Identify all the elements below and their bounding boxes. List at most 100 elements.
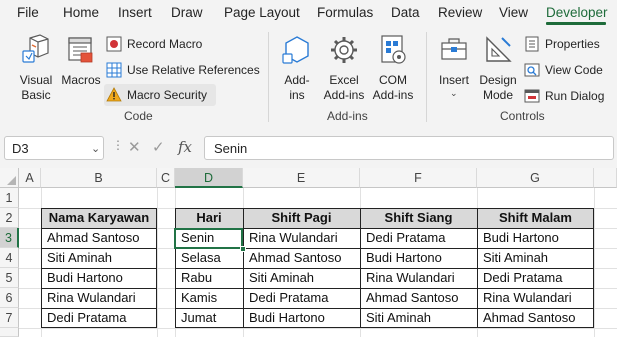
shift-cell[interactable]: Ahmad Santoso: [477, 308, 594, 328]
visual-basic-button[interactable]: Visual Basic: [14, 32, 58, 102]
formula-bar: D3 ⌄ ⋮ ✕ ✓ fx Senin: [0, 126, 617, 168]
row-header-2[interactable]: 2: [0, 208, 19, 228]
shift-cell[interactable]: Dedi Pratama: [477, 268, 594, 288]
shift-cell[interactable]: Budi Hartono: [477, 228, 594, 248]
shift-header-cell[interactable]: Shift Malam: [477, 208, 594, 228]
macros-button[interactable]: Macros: [60, 32, 102, 102]
day-cell[interactable]: Kamis: [175, 288, 243, 308]
tab-insert[interactable]: Insert: [118, 5, 152, 20]
properties-button[interactable]: Properties: [524, 33, 600, 55]
employee-cell[interactable]: Dedi Pratama: [41, 308, 157, 328]
properties-icon: [524, 36, 540, 52]
warning-icon: [106, 87, 122, 103]
tab-developer[interactable]: Developer: [546, 5, 608, 20]
column-header-f[interactable]: F: [360, 168, 477, 188]
worksheet-grid[interactable]: A B C D E F G 1 2 3 4 5 6 7 Nama Karyawa…: [0, 168, 617, 337]
com-add-ins-icon: [381, 35, 406, 64]
row-header-3[interactable]: 3: [0, 228, 19, 248]
column-header-b[interactable]: B: [41, 168, 157, 188]
macros-label: Macros: [61, 73, 101, 87]
shift-cell[interactable]: Dedi Pratama: [243, 288, 360, 308]
tab-file[interactable]: File: [17, 5, 39, 20]
excel-add-ins-button[interactable]: Excel Add-ins: [321, 32, 367, 102]
add-ins-label: Add-ins: [284, 73, 310, 102]
employee-cell[interactable]: Rina Wulandari: [41, 288, 157, 308]
shift-header-cell[interactable]: Hari: [175, 208, 243, 228]
view-code-icon: [524, 62, 540, 78]
column-header-h[interactable]: [594, 168, 617, 188]
formula-input[interactable]: Senin: [204, 136, 614, 160]
gear-icon: [331, 37, 357, 63]
day-cell[interactable]: Rabu: [175, 268, 243, 288]
row-header-5[interactable]: 5: [0, 268, 19, 288]
use-relative-references-label: Use Relative References: [127, 63, 260, 77]
shift-cell[interactable]: Siti Aminah: [360, 308, 477, 328]
tab-draw[interactable]: Draw: [171, 5, 203, 20]
employee-cell[interactable]: Budi Hartono: [41, 268, 157, 288]
tab-data[interactable]: Data: [391, 5, 420, 20]
tab-review[interactable]: Review: [438, 5, 482, 20]
shift-cell[interactable]: Ahmad Santoso: [243, 248, 360, 268]
controls-group-label: Controls: [500, 109, 545, 123]
select-all-button[interactable]: [0, 168, 19, 188]
view-code-button[interactable]: View Code: [524, 59, 603, 81]
row-header-8[interactable]: [0, 328, 19, 337]
row-header-6[interactable]: 6: [0, 288, 19, 308]
employee-header-cell[interactable]: Nama Karyawan: [41, 208, 157, 228]
run-dialog-button[interactable]: Run Dialog: [524, 85, 604, 107]
fill-handle[interactable]: [240, 246, 246, 252]
chevron-down-icon[interactable]: ⌄: [91, 142, 100, 155]
shift-cell[interactable]: Rina Wulandari: [477, 288, 594, 308]
chevron-down-icon: ⌄: [450, 88, 458, 98]
name-box[interactable]: D3 ⌄: [4, 136, 104, 160]
macros-icon: [68, 37, 93, 63]
tab-view[interactable]: View: [499, 5, 528, 20]
day-cell[interactable]: Jumat: [175, 308, 243, 328]
add-ins-button[interactable]: Add-ins: [278, 32, 316, 102]
shift-cell[interactable]: Dedi Pratama: [360, 228, 477, 248]
macro-security-button[interactable]: Macro Security: [104, 84, 216, 106]
ribbon-separator: [426, 32, 427, 122]
enter-icon[interactable]: ✓: [152, 138, 165, 156]
tab-formulas[interactable]: Formulas: [317, 5, 373, 20]
com-add-ins-label: COM Add-ins: [372, 73, 414, 102]
column-header-g[interactable]: G: [477, 168, 594, 188]
row-header-4[interactable]: 4: [0, 248, 19, 268]
employee-cell[interactable]: Siti Aminah: [41, 248, 157, 268]
insert-function-icon[interactable]: fx: [178, 138, 192, 156]
shift-cell[interactable]: Siti Aminah: [477, 248, 594, 268]
run-dialog-label: Run Dialog: [545, 89, 605, 103]
shift-cell[interactable]: Budi Hartono: [243, 308, 360, 328]
shift-cell[interactable]: Rina Wulandari: [360, 268, 477, 288]
employee-cell[interactable]: Ahmad Santoso: [41, 228, 157, 248]
shift-header-cell[interactable]: Shift Siang: [360, 208, 477, 228]
add-ins-icon: [282, 36, 309, 64]
insert-control-button[interactable]: Insert ⌄: [436, 32, 472, 106]
relative-references-icon: [106, 62, 122, 78]
column-header-a[interactable]: A: [19, 168, 41, 188]
design-mode-label: Design Mode: [479, 73, 517, 102]
shift-cell[interactable]: Rina Wulandari: [243, 228, 360, 248]
visual-basic-icon: [22, 34, 49, 63]
column-header-d[interactable]: D: [175, 168, 243, 188]
column-header-e[interactable]: E: [243, 168, 360, 188]
formula-buttons: ✕ ✓ fx: [122, 136, 198, 160]
tab-home[interactable]: Home: [63, 5, 99, 20]
com-add-ins-button[interactable]: COM Add-ins: [370, 32, 416, 102]
tab-page-layout[interactable]: Page Layout: [224, 5, 300, 20]
record-macro-button[interactable]: Record Macro: [106, 33, 202, 55]
shift-cell[interactable]: Siti Aminah: [243, 268, 360, 288]
shift-cell[interactable]: Budi Hartono: [360, 248, 477, 268]
design-mode-button[interactable]: Design Mode: [478, 32, 518, 102]
day-cell[interactable]: Selasa: [175, 248, 243, 268]
row-header-7[interactable]: 7: [0, 308, 19, 328]
record-macro-icon: [106, 36, 122, 52]
shift-cell[interactable]: Ahmad Santoso: [360, 288, 477, 308]
cancel-icon[interactable]: ✕: [128, 138, 141, 156]
shift-header-cell[interactable]: Shift Pagi: [243, 208, 360, 228]
menu-bar: File Home Insert Draw Page Layout Formul…: [0, 0, 617, 26]
insert-control-label: Insert: [438, 73, 469, 87]
use-relative-references-button[interactable]: Use Relative References: [106, 59, 260, 81]
column-header-c[interactable]: C: [157, 168, 175, 188]
row-header-1[interactable]: 1: [0, 188, 19, 208]
